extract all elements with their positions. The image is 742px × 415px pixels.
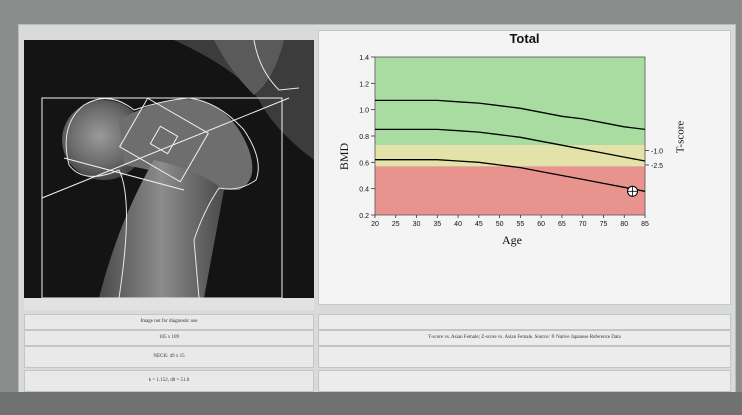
y-tick-label: 0.2 bbox=[359, 213, 369, 220]
x-axis-title: Age bbox=[502, 233, 522, 247]
right-info-row-4 bbox=[318, 370, 731, 392]
zone-normal bbox=[375, 57, 645, 146]
info-row-calibration: k = 1.152, d0 = 51.0 bbox=[24, 370, 314, 392]
right-info-row-1 bbox=[318, 314, 731, 330]
y-tick-label: 1.0 bbox=[359, 108, 369, 115]
x-tick-label: 20 bbox=[371, 221, 379, 228]
right-info-row-3 bbox=[318, 346, 731, 368]
hip-scan-image bbox=[24, 40, 314, 298]
bottom-edge bbox=[0, 392, 742, 415]
info-row-neck: NECK: 49 x 15 bbox=[24, 346, 314, 368]
x-tick-label: 70 bbox=[579, 221, 587, 228]
x-tick-label: 35 bbox=[433, 221, 441, 228]
x-tick-label: 40 bbox=[454, 221, 462, 228]
x-tick-label: 25 bbox=[392, 221, 400, 228]
bmd-chart: 0.2 0.4 0.6 0.8 1.0 1.2 1.4 20 25 30 35 40 45 50 55 60 6… bbox=[359, 55, 663, 228]
x-tick-label: 75 bbox=[600, 221, 608, 228]
x-tick-label: 30 bbox=[413, 221, 421, 228]
x-tick-label: 65 bbox=[558, 221, 566, 228]
y-tick-label: 1.2 bbox=[359, 81, 369, 88]
bmd-chart-panel: Total 0.2 0.4 0.6 0.8 1.0 1.2 1.4 20 25 30 35 40 45 5… bbox=[318, 30, 731, 305]
x-tick-label: 50 bbox=[496, 221, 504, 228]
zone-osteoporosis bbox=[375, 166, 645, 215]
scan-footer bbox=[24, 298, 314, 310]
info-row-dimensions: 105 x 109 bbox=[24, 330, 314, 346]
scan-drawing bbox=[24, 40, 314, 298]
y-tick-label: 0.4 bbox=[359, 187, 369, 194]
x-tick-label: 45 bbox=[475, 221, 483, 228]
reference-data-row: T-score vs. Asian Female; Z-score vs. As… bbox=[318, 330, 731, 346]
x-tick-label: 55 bbox=[516, 221, 524, 228]
tscore-tick-label: -1.0 bbox=[651, 148, 663, 155]
y-tick-label: 0.8 bbox=[359, 134, 369, 141]
zone-osteopenia bbox=[375, 145, 645, 167]
x-tick-label: 80 bbox=[620, 221, 628, 228]
info-row-disclaimer: Image not for diagnostic use bbox=[24, 314, 314, 330]
y-axis-title: BMD bbox=[337, 142, 352, 171]
tscore-tick-label: -2.5 bbox=[651, 163, 663, 170]
x-tick-label: 60 bbox=[537, 221, 545, 228]
y-tick-label: 1.4 bbox=[359, 55, 369, 62]
y-tick-label: 0.6 bbox=[359, 160, 369, 167]
x-tick-label: 85 bbox=[641, 221, 649, 228]
tscore-axis-title: T-score bbox=[674, 120, 687, 154]
